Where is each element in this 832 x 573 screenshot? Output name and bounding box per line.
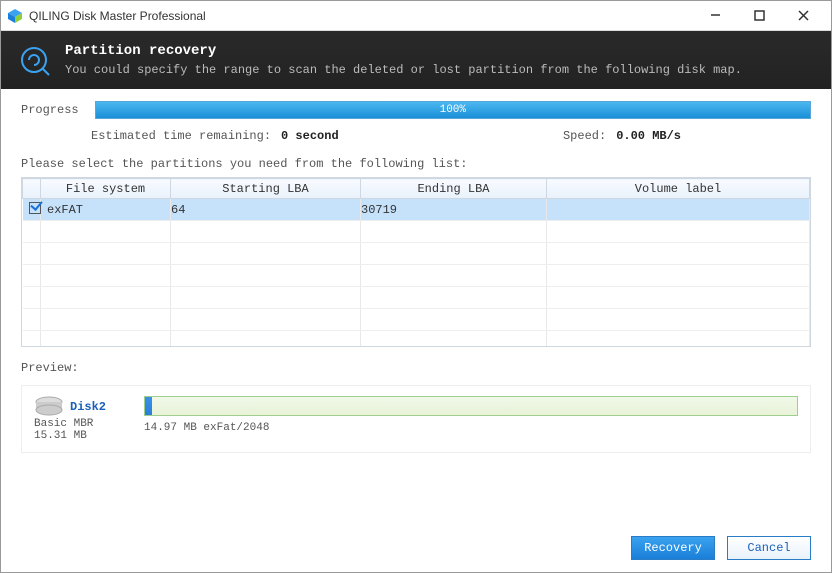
eta-label: Estimated time remaining: (91, 129, 271, 143)
banner: Partition recovery You could specify the… (1, 31, 831, 89)
table-row (23, 331, 810, 348)
window-title: QILING Disk Master Professional (29, 9, 693, 23)
cell-volume-label (547, 199, 810, 221)
speed-value: 0.00 MB/s (616, 129, 681, 143)
partition-bar (144, 396, 798, 416)
speed-label: Speed: (563, 129, 606, 143)
recovery-icon (17, 43, 51, 77)
close-button[interactable] (781, 2, 825, 30)
disk-type: Basic MBR (34, 418, 134, 430)
table-row (23, 221, 810, 243)
partition-table[interactable]: File system Starting LBA Ending LBA Volu… (21, 177, 811, 347)
col-checkbox (23, 179, 41, 199)
cell-ending-lba: 30719 (361, 199, 547, 221)
disk-icon (34, 396, 64, 416)
table-row (23, 309, 810, 331)
table-row[interactable]: exFAT 64 30719 (23, 199, 810, 221)
table-row (23, 287, 810, 309)
disk-size: 15.31 MB (34, 430, 134, 442)
cancel-button[interactable]: Cancel (727, 536, 811, 560)
minimize-button[interactable] (693, 2, 737, 30)
col-volume-label[interactable]: Volume label (547, 179, 810, 199)
row-checkbox[interactable] (29, 202, 41, 214)
col-starting-lba[interactable]: Starting LBA (171, 179, 361, 199)
banner-title: Partition recovery (65, 43, 742, 59)
preview-label: Preview: (21, 361, 811, 375)
content: Progress 100% Estimated time remaining: … (1, 89, 831, 524)
partition-caption: 14.97 MB exFat/2048 (144, 422, 798, 434)
titlebar: QILING Disk Master Professional (1, 1, 831, 31)
preview-box: Disk2 Basic MBR 15.31 MB 14.97 MB exFat/… (21, 385, 811, 453)
footer: Recovery Cancel (1, 524, 831, 572)
progress-row: Progress 100% (21, 101, 811, 119)
window-controls (693, 2, 825, 30)
partition-map[interactable]: 14.97 MB exFat/2048 (144, 396, 798, 434)
cell-starting-lba: 64 (171, 199, 361, 221)
banner-subtitle: You could specify the range to scan the … (65, 63, 742, 77)
app-window: QILING Disk Master Professional Partitio… (0, 0, 832, 573)
progress-bar: 100% (95, 101, 811, 119)
cell-filesystem: exFAT (41, 199, 171, 221)
app-icon (7, 8, 23, 24)
progress-info: Estimated time remaining: 0 second Speed… (91, 129, 811, 143)
col-ending-lba[interactable]: Ending LBA (361, 179, 547, 199)
progress-percent: 100% (96, 102, 810, 118)
table-row (23, 243, 810, 265)
recovery-button[interactable]: Recovery (631, 536, 715, 560)
disk-name: Disk2 (70, 400, 106, 414)
partition-segment[interactable] (152, 397, 797, 415)
maximize-button[interactable] (737, 2, 781, 30)
eta-value: 0 second (281, 129, 339, 143)
disk-meta: Disk2 Basic MBR 15.31 MB (34, 396, 134, 442)
instruction-text: Please select the partitions you need fr… (21, 157, 811, 171)
table-row (23, 265, 810, 287)
progress-label: Progress (21, 103, 79, 117)
col-filesystem[interactable]: File system (41, 179, 171, 199)
